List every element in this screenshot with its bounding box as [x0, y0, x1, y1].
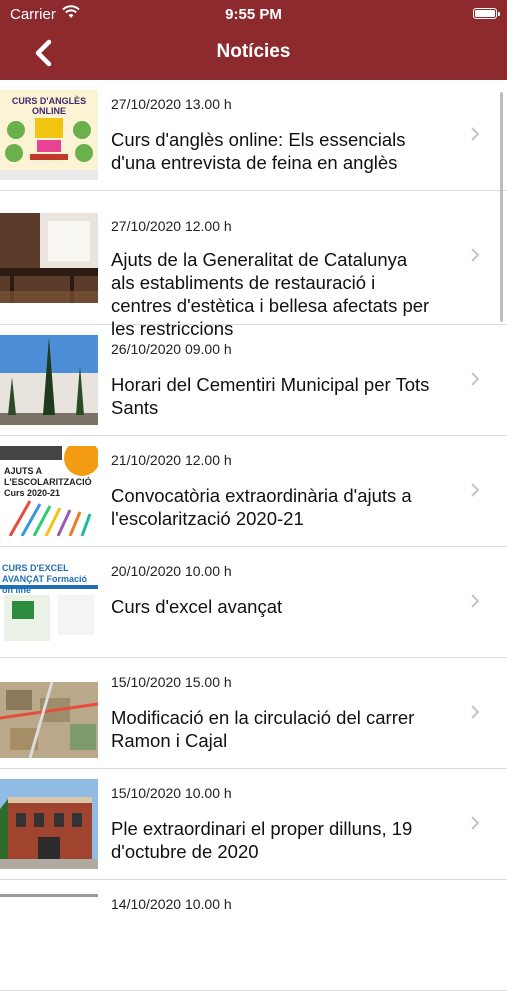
battery-icon	[473, 8, 500, 19]
news-thumbnail: CURS D'ANGLÈS ONLINE	[0, 90, 98, 180]
news-thumbnail	[0, 779, 98, 869]
chevron-right-icon	[471, 372, 480, 386]
news-title: Convocatòria extraordinària d'ajuts a l'…	[111, 485, 412, 529]
chevron-right-icon	[471, 705, 480, 719]
news-title: Curs d'excel avançat	[111, 596, 283, 617]
news-list: CURS D'ANGLÈS ONLINE 27/10/2020 13.00 h …	[0, 80, 507, 991]
thumbnail-caption: CURS D'ANGLÈS ONLINE	[11, 96, 87, 116]
news-item[interactable]: CURS D'ANGLÈS ONLINE 27/10/2020 13.00 h …	[0, 80, 507, 191]
chevron-right-icon	[471, 483, 480, 497]
news-item[interactable]: CURS D'EXCEL AVANÇAT Formació on line 20…	[0, 547, 507, 658]
news-thumbnail: CURS D'EXCEL AVANÇAT Formació on line	[0, 557, 98, 647]
clock: 9:55 PM	[225, 6, 282, 23]
scrollbar[interactable]	[500, 92, 503, 322]
news-date: 20/10/2020 10.00 h	[111, 563, 232, 579]
chevron-right-icon	[471, 248, 480, 262]
page-title: Notícies	[216, 41, 291, 62]
nav-bar: Carrier 9:55 PM Notícies	[0, 0, 507, 80]
news-thumbnail	[0, 213, 98, 303]
news-date: 15/10/2020 15.00 h	[111, 674, 232, 690]
news-thumbnail: AJUTS A L'ESCOLARITZACIÓ Curs 2020-21	[0, 446, 98, 536]
news-thumbnail	[0, 890, 98, 980]
news-title: Modificació en la circulació del carrer …	[111, 707, 415, 751]
news-thumbnail	[0, 335, 98, 425]
chevron-right-icon	[471, 127, 480, 141]
news-item[interactable]: AJUTS A L'ESCOLARITZACIÓ Curs 2020-21 21…	[0, 436, 507, 547]
thumbnail-caption: CURS D'EXCEL AVANÇAT Formació on line	[2, 563, 88, 595]
news-item[interactable]: 14/10/2020 10.00 h	[0, 880, 507, 991]
status-bar: Carrier 9:55 PM	[0, 0, 507, 28]
news-date: 14/10/2020 10.00 h	[111, 896, 232, 912]
chevron-right-icon	[471, 816, 480, 830]
news-thumbnail	[0, 668, 98, 758]
news-date: 26/10/2020 09.00 h	[111, 341, 232, 357]
news-date: 27/10/2020 12.00 h	[111, 218, 232, 234]
news-date: 27/10/2020 13.00 h	[111, 96, 232, 112]
news-title: Ple extraordinari el proper dilluns, 19 …	[111, 818, 413, 862]
news-date: 21/10/2020 12.00 h	[111, 452, 232, 468]
news-item[interactable]: 27/10/2020 12.00 h Ajuts de la Generalit…	[0, 191, 507, 339]
news-item[interactable]: 26/10/2020 09.00 h Horari del Cementiri …	[0, 325, 507, 436]
news-item[interactable]: 15/10/2020 15.00 h Modificació en la cir…	[0, 658, 507, 769]
news-date: 15/10/2020 10.00 h	[111, 785, 232, 801]
news-title: Curs d'anglès online: Els essencials d'u…	[111, 129, 406, 173]
news-item[interactable]: 15/10/2020 10.00 h Ple extraordinari el …	[0, 769, 507, 880]
chevron-right-icon	[471, 594, 480, 608]
news-title: Horari del Cementiri Municipal per Tots …	[111, 374, 430, 418]
thumbnail-caption: AJUTS A L'ESCOLARITZACIÓ Curs 2020-21	[4, 466, 92, 498]
